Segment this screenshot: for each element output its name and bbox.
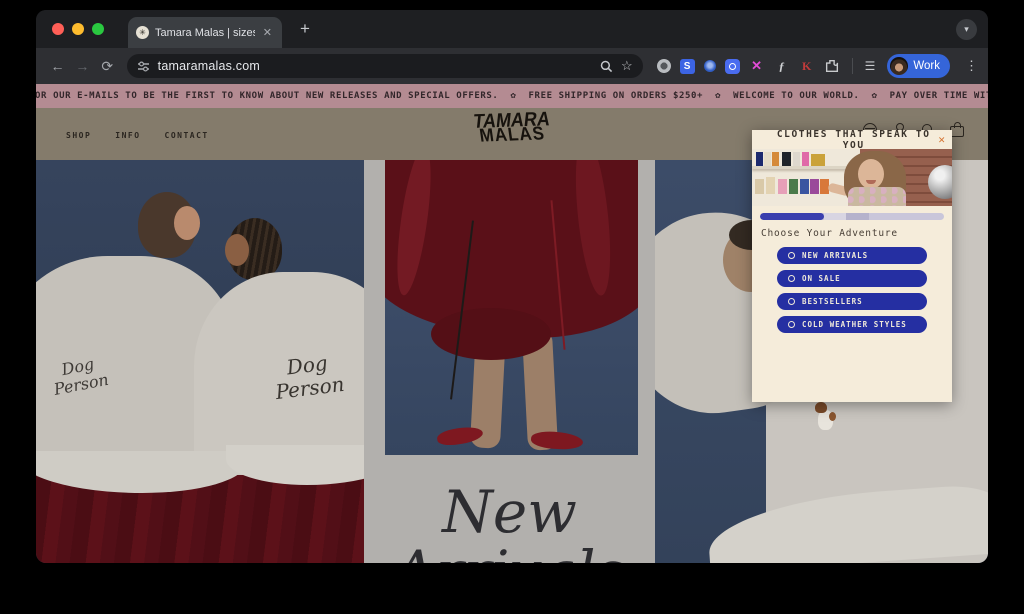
tab-close-icon[interactable]: ✕ [261, 26, 274, 39]
quiz-options: NEW ARRIVALS ON SALE BESTSELLERS COLD WE… [752, 247, 952, 333]
new-arrivals-word2: Arrivals [364, 538, 655, 563]
close-window-button[interactable] [52, 23, 64, 35]
new-tab-button[interactable]: + [294, 18, 316, 40]
option-new-arrivals[interactable]: NEW ARRIVALS [777, 247, 927, 264]
extension-dial-icon[interactable] [657, 59, 671, 73]
woman-face [858, 159, 884, 189]
tab-strip: ✳ Tamara Malas | sizes 0-36 ✕ + ▾ [36, 10, 988, 48]
minimize-window-button[interactable] [72, 23, 84, 35]
progress-fill [760, 213, 824, 220]
embroidery-text-right: Dog Person [271, 350, 345, 404]
radio-icon [788, 252, 795, 259]
floral-blouse [848, 187, 906, 206]
person-head-left [138, 192, 196, 258]
extensions-puzzle-icon[interactable] [824, 58, 840, 74]
book-stack [811, 154, 825, 166]
cart-bag-icon[interactable] [950, 126, 964, 137]
progress-segment-light [824, 213, 846, 220]
book-spine [772, 152, 779, 166]
new-arrivals-word1: New [364, 478, 655, 546]
extension-x-icon[interactable]: ✕ [749, 58, 765, 74]
shelf-item [810, 179, 819, 194]
avatar [890, 57, 908, 75]
nav-info[interactable]: INFO [115, 131, 140, 140]
dog-embroidery [815, 402, 837, 432]
book-spine [782, 152, 791, 166]
profile-label: Work [913, 60, 940, 72]
forward-button[interactable]: → [71, 54, 94, 78]
back-button[interactable]: ← [46, 54, 69, 78]
option-cold-weather[interactable]: COLD WEATHER STYLES [777, 316, 927, 333]
popup-photo [752, 149, 952, 206]
shelf-item [778, 179, 787, 194]
popup-header: CLOTHES THAT SPEAK TO YOU ✕ [752, 130, 952, 149]
extensions-row: S ✕ ƒ K ☰ Work ⋮ [657, 54, 978, 78]
extension-klarna-icon[interactable]: K [799, 58, 815, 74]
reading-list-icon[interactable]: ☰ [865, 59, 875, 73]
bookmark-star-icon[interactable]: ☆ [621, 58, 633, 74]
announcement-text: FOR OUR E-MAILS TO BE THE FIRST TO KNOW … [36, 91, 988, 101]
book-spine [764, 152, 771, 166]
radio-icon [788, 321, 795, 328]
address-bar[interactable]: tamaramalas.com ☆ [127, 54, 643, 78]
person-head-right [228, 218, 282, 280]
radio-icon [788, 275, 795, 282]
browser-window: ✳ Tamara Malas | sizes 0-36 ✕ + ▾ ← → ⟳ … [36, 10, 988, 563]
extension-s-icon[interactable]: S [680, 59, 695, 74]
book-spine [793, 152, 800, 166]
shelf-item [766, 177, 775, 194]
extension-font-icon[interactable]: ƒ [774, 58, 790, 74]
maximize-window-button[interactable] [92, 23, 104, 35]
zoom-icon[interactable] [600, 60, 613, 73]
quiz-prompt: Choose Your Adventure [761, 228, 943, 239]
option-on-sale[interactable]: ON SALE [777, 270, 927, 287]
browser-tab[interactable]: ✳ Tamara Malas | sizes 0-36 ✕ [128, 17, 282, 48]
nav-contact[interactable]: CONTACT [165, 131, 209, 140]
shelf-item [755, 179, 764, 194]
tab-search-button[interactable]: ▾ [956, 19, 977, 40]
profile-button[interactable]: Work [887, 54, 950, 78]
url-text[interactable]: tamaramalas.com [158, 59, 592, 73]
book-spine [756, 152, 763, 166]
hero-panel-middle[interactable]: New Arrivals [364, 160, 655, 563]
popup-title: CLOTHES THAT SPEAK TO YOU [759, 129, 938, 151]
garment-ruffle [706, 483, 988, 563]
extension-dot-icon[interactable] [704, 60, 716, 72]
tab-title: Tamara Malas | sizes 0-36 [155, 27, 255, 39]
red-dress-photo [385, 160, 638, 455]
logo-line2: MALAS [473, 126, 552, 144]
shelf-item [800, 179, 809, 194]
red-velvet-dress-fold [431, 308, 551, 360]
browser-toolbar: ← → ⟳ tamaramalas.com ☆ S ✕ ƒ K [36, 48, 988, 84]
toolbar-separator [852, 58, 853, 74]
tab-favicon: ✳ [136, 26, 149, 39]
progress-segment-mid [846, 213, 868, 220]
book-spine [802, 152, 809, 166]
traffic-lights [52, 23, 104, 35]
site-logo[interactable]: TAMARA MALAS [473, 112, 551, 143]
quiz-popup: CLOTHES THAT SPEAK TO YOU ✕ [752, 130, 952, 402]
site-settings-icon[interactable] [137, 60, 150, 73]
radio-icon [788, 298, 795, 305]
announcement-bar: FOR OUR E-MAILS TO BE THE FIRST TO KNOW … [36, 84, 988, 108]
reload-button[interactable]: ⟳ [96, 54, 119, 78]
option-bestsellers[interactable]: BESTSELLERS [777, 293, 927, 310]
hero-photo-left[interactable]: Dog Person Dog Person [36, 160, 364, 563]
nav-shop[interactable]: SHOP [66, 131, 91, 140]
shelf-item [789, 179, 798, 194]
main-nav: SHOP INFO CONTACT [66, 131, 209, 140]
browser-menu-icon[interactable]: ⋮ [965, 58, 978, 74]
popup-close-icon[interactable]: ✕ [938, 133, 945, 146]
quiz-progress-bar [760, 213, 944, 220]
extension-camera-icon[interactable] [725, 59, 740, 74]
